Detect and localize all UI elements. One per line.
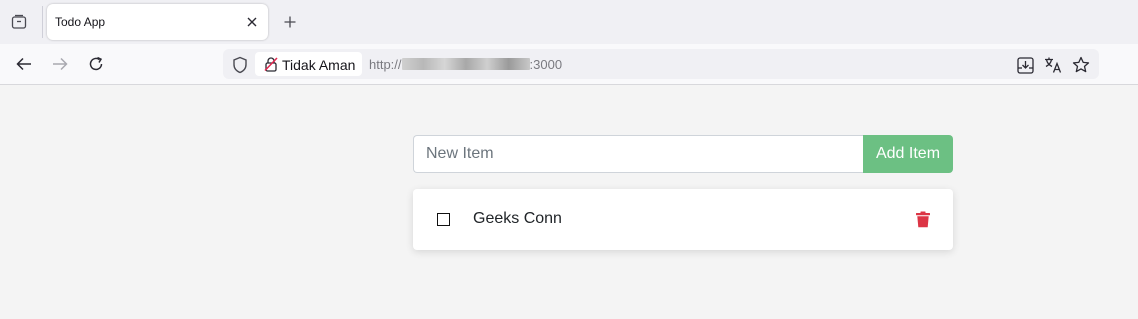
- trash-icon[interactable]: [915, 211, 931, 228]
- nav-bar: Tidak Aman http:// :3000: [0, 44, 1138, 85]
- security-label: Tidak Aman: [282, 57, 356, 73]
- url-text[interactable]: http:// :3000: [369, 57, 562, 72]
- new-item-input[interactable]: [413, 135, 864, 173]
- new-tab-icon[interactable]: [280, 12, 300, 32]
- tab-strip: Todo App: [0, 0, 1138, 44]
- security-indicator[interactable]: Tidak Aman: [255, 52, 362, 76]
- forward-icon[interactable]: [50, 54, 70, 74]
- todo-item: Geeks Conn: [413, 189, 953, 250]
- redacted-host: [401, 58, 530, 70]
- add-item-button[interactable]: Add Item: [863, 135, 953, 173]
- url-prefix: http://: [369, 57, 402, 72]
- url-suffix: :3000: [529, 57, 563, 72]
- save-to-pocket-icon[interactable]: [1015, 55, 1035, 75]
- back-icon[interactable]: [14, 54, 34, 74]
- insecure-lock-icon: [264, 57, 278, 72]
- tab-strip-divider: [42, 6, 43, 38]
- tab-title: Todo App: [55, 15, 106, 29]
- todo-item-name: Geeks Conn: [473, 210, 562, 227]
- reload-icon[interactable]: [86, 54, 106, 74]
- close-icon[interactable]: [244, 14, 260, 30]
- shield-icon[interactable]: [231, 56, 249, 74]
- url-bar[interactable]: Tidak Aman http:// :3000: [223, 49, 1099, 79]
- browser-tab[interactable]: Todo App: [47, 4, 268, 40]
- todo-item-checkbox[interactable]: [437, 213, 450, 226]
- tab-list-icon[interactable]: [8, 11, 30, 33]
- translate-icon[interactable]: [1043, 55, 1063, 75]
- bookmark-star-icon[interactable]: [1071, 55, 1091, 75]
